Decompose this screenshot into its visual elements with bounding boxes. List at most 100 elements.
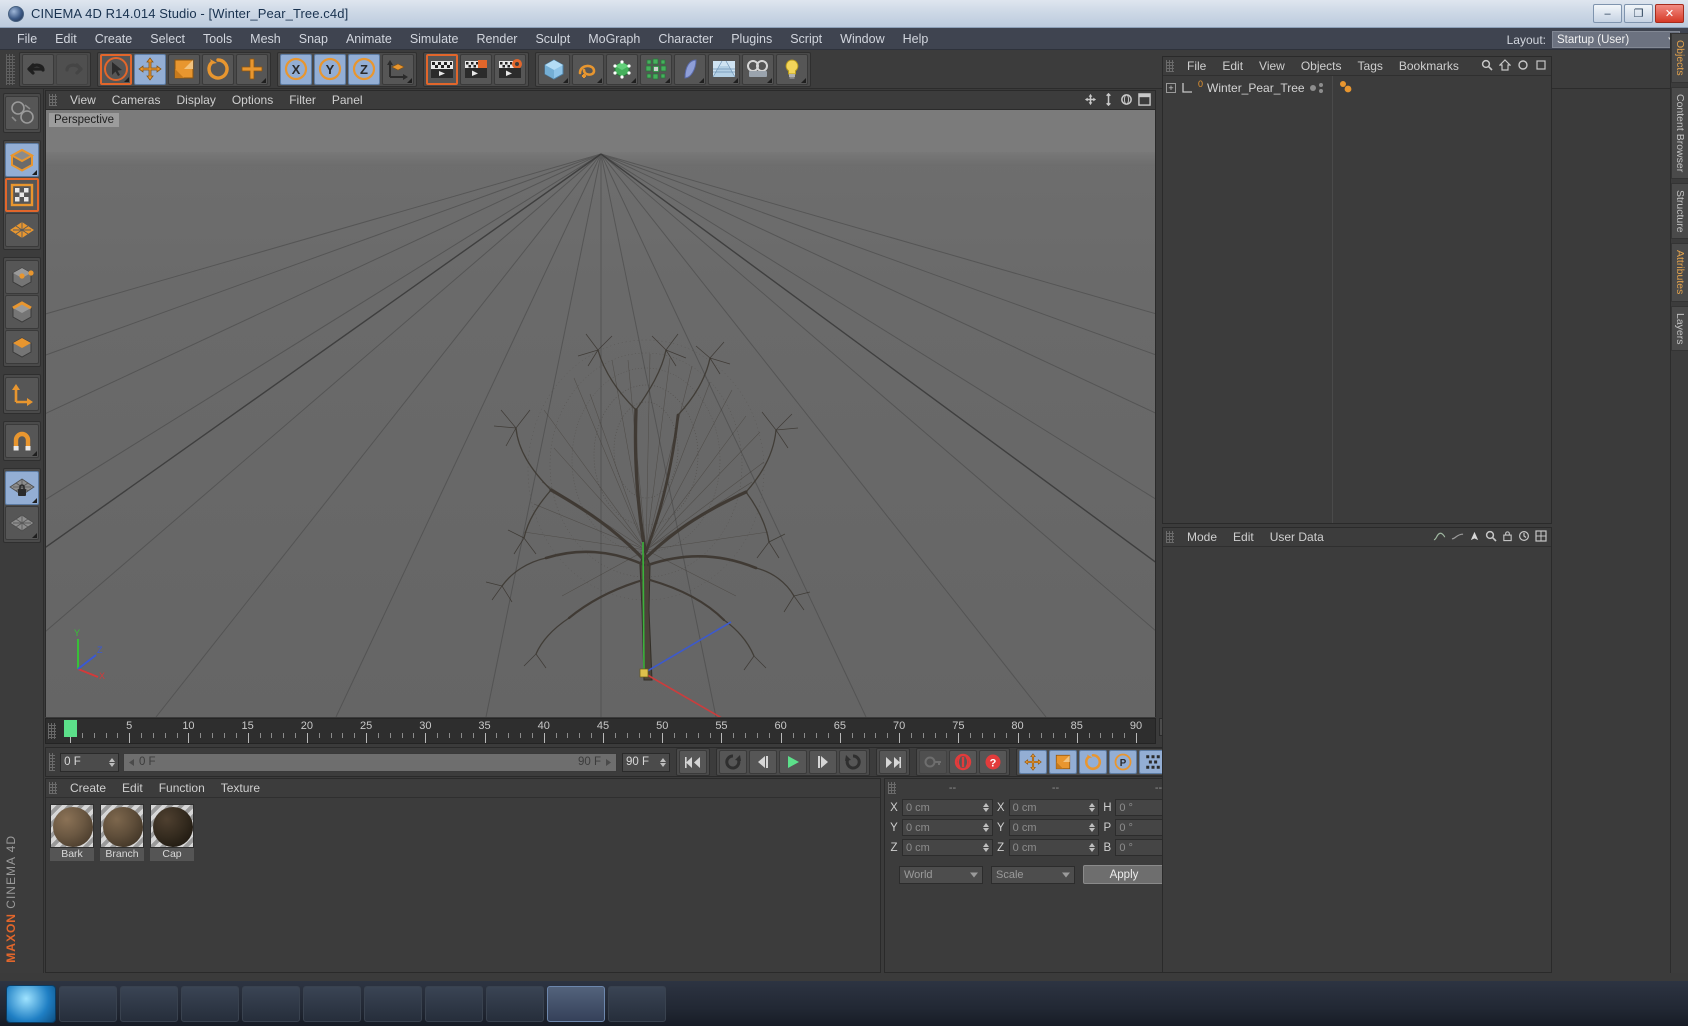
- viewport-menu-view[interactable]: View: [62, 92, 104, 108]
- object-tags-column[interactable]: [1333, 76, 1551, 523]
- taskbar-item[interactable]: [608, 985, 666, 1022]
- material-grip[interactable]: [49, 782, 57, 794]
- range-right-handle-icon[interactable]: [604, 758, 613, 767]
- object-menu-edit[interactable]: Edit: [1214, 58, 1251, 74]
- expand-icon[interactable]: +: [1166, 83, 1176, 93]
- menu-window[interactable]: Window: [831, 30, 893, 48]
- history-icon[interactable]: [1518, 530, 1530, 542]
- scale-tool-button[interactable]: [168, 53, 200, 85]
- maximize-view-icon[interactable]: [1138, 93, 1151, 106]
- object-visibility-dots[interactable]: [1310, 83, 1329, 93]
- taskbar-item[interactable]: [181, 985, 239, 1022]
- object-menu-view[interactable]: View: [1251, 58, 1293, 74]
- material-menu-function[interactable]: Function: [151, 780, 213, 796]
- record-rotation-button[interactable]: [1079, 750, 1107, 774]
- attribute-menu-user-data[interactable]: User Data: [1262, 529, 1332, 545]
- menu-animate[interactable]: Animate: [337, 30, 401, 48]
- keyframe-help-button[interactable]: ?: [979, 750, 1007, 774]
- spinner-icon[interactable]: [1089, 843, 1096, 852]
- timeline-grip[interactable]: [48, 723, 56, 739]
- lock-x-axis-button[interactable]: X: [280, 53, 312, 85]
- range-left-handle-icon[interactable]: [127, 758, 136, 767]
- undo-view-button[interactable]: [4, 96, 39, 130]
- polygons-mode-button[interactable]: [4, 330, 39, 364]
- redo-button[interactable]: [56, 53, 88, 85]
- coord-pos-x-field[interactable]: 0 cm: [902, 799, 993, 816]
- tab-content-browser[interactable]: Content Browser: [1671, 86, 1688, 179]
- coord-size-x-field[interactable]: 0 cm: [1008, 799, 1100, 816]
- preview-range-bar[interactable]: 0 F 90 F: [122, 752, 617, 772]
- previous-frame-button[interactable]: [749, 750, 777, 774]
- axis-modify-button[interactable]: [4, 377, 39, 411]
- add-deformer-button[interactable]: [674, 53, 706, 85]
- object-menu-bookmarks[interactable]: Bookmarks: [1391, 58, 1467, 74]
- menu-mograph[interactable]: MoGraph: [579, 30, 649, 48]
- home-icon[interactable]: [1499, 59, 1511, 71]
- record-position-button[interactable]: [1019, 750, 1047, 774]
- autokeying-button[interactable]: [919, 750, 947, 774]
- start-button-icon[interactable]: [6, 984, 56, 1023]
- minimize-button[interactable]: –: [1593, 4, 1622, 23]
- play-backwards-loop-button[interactable]: [719, 750, 747, 774]
- lock-icon[interactable]: [1502, 530, 1513, 542]
- record-scale-button[interactable]: [1049, 750, 1077, 774]
- viewport-canvas[interactable]: Perspective Y X Z: [46, 110, 1155, 717]
- go-to-end-button[interactable]: [879, 750, 907, 774]
- spinner-icon[interactable]: [982, 843, 989, 852]
- coord-pos-y-field[interactable]: 0 cm: [902, 819, 993, 836]
- menu-plugins[interactable]: Plugins: [722, 30, 781, 48]
- object-menu-objects[interactable]: Objects: [1293, 58, 1350, 74]
- attribute-manager-grip[interactable]: [1166, 531, 1174, 543]
- undo-button[interactable]: [22, 53, 54, 85]
- coordinate-grip[interactable]: [888, 782, 896, 794]
- add-spline-button[interactable]: [572, 53, 604, 85]
- lock-z-axis-button[interactable]: Z: [348, 53, 380, 85]
- edges-mode-button[interactable]: [4, 295, 39, 329]
- spinner-icon[interactable]: [660, 757, 666, 767]
- viewport-menu-display[interactable]: Display: [168, 92, 223, 108]
- taskbar-item-cinema4d[interactable]: [547, 985, 605, 1022]
- viewport-menu-filter[interactable]: Filter: [281, 92, 324, 108]
- menu-simulate[interactable]: Simulate: [401, 30, 468, 48]
- spinner-icon[interactable]: [1089, 823, 1096, 832]
- toolbar-grip[interactable]: [6, 53, 15, 85]
- link-icon[interactable]: [1517, 59, 1529, 71]
- menu-character[interactable]: Character: [649, 30, 722, 48]
- menu-file[interactable]: File: [8, 30, 46, 48]
- rotate-view-icon[interactable]: [1120, 93, 1133, 106]
- curve-flat-icon[interactable]: [1451, 531, 1464, 542]
- apply-button[interactable]: Apply: [1083, 865, 1165, 884]
- taskbar-item[interactable]: [59, 985, 117, 1022]
- world-object-coord-button[interactable]: [382, 53, 414, 85]
- add-nurbs-button[interactable]: [606, 53, 638, 85]
- maximize-button[interactable]: ❐: [1624, 4, 1653, 23]
- menu-select[interactable]: Select: [141, 30, 194, 48]
- object-tree[interactable]: + 0 Winter_Pear_Tree: [1163, 76, 1333, 523]
- material-thumbnail[interactable]: [100, 804, 144, 848]
- spinner-icon[interactable]: [982, 823, 989, 832]
- live-selection-button[interactable]: [100, 53, 132, 85]
- spinner-icon[interactable]: [108, 757, 115, 767]
- coord-size-y-field[interactable]: 0 cm: [1008, 819, 1100, 836]
- material-thumbnail[interactable]: [150, 804, 194, 848]
- search-icon[interactable]: [1485, 530, 1497, 542]
- add-camera-button[interactable]: [742, 53, 774, 85]
- taskbar-item[interactable]: [242, 985, 300, 1022]
- record-param-button[interactable]: P: [1109, 750, 1137, 774]
- unlink-icon[interactable]: [1535, 59, 1547, 71]
- document-end-field[interactable]: 90 F: [621, 752, 670, 772]
- object-row-winter-pear-tree[interactable]: + 0 Winter_Pear_Tree: [1163, 79, 1332, 96]
- taskbar-item[interactable]: [303, 985, 361, 1022]
- points-mode-button[interactable]: [4, 260, 39, 294]
- timeline-track[interactable]: 051015202530354045505560657075808590: [58, 719, 1155, 745]
- add-tool-button[interactable]: [236, 53, 268, 85]
- object-manager-grip[interactable]: [1166, 60, 1174, 72]
- go-to-start-button[interactable]: [679, 750, 707, 774]
- viewport-menu-panel[interactable]: Panel: [324, 92, 371, 108]
- spinner-icon[interactable]: [982, 803, 989, 812]
- record-active-objects-button[interactable]: [949, 750, 977, 774]
- menu-mesh[interactable]: Mesh: [241, 30, 290, 48]
- menu-help[interactable]: Help: [894, 30, 938, 48]
- tab-structure[interactable]: Structure: [1671, 182, 1688, 240]
- layout-dropdown[interactable]: Startup (User): [1552, 31, 1680, 48]
